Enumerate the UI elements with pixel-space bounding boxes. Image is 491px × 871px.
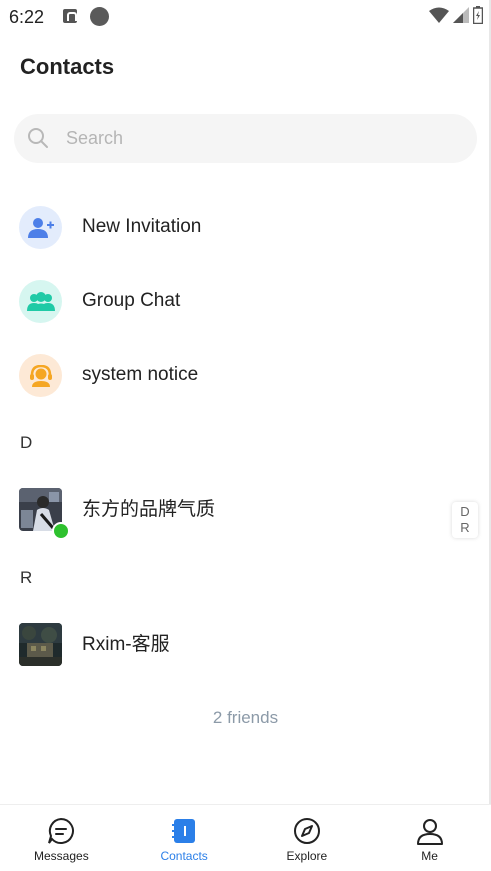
person-icon bbox=[416, 819, 443, 845]
contact-name: Rxim-客服 bbox=[82, 634, 170, 655]
group-icon bbox=[19, 280, 62, 323]
wifi-icon bbox=[429, 7, 449, 23]
status-time: 6:22 bbox=[9, 7, 45, 27]
support-agent-icon bbox=[19, 354, 62, 397]
online-status-dot bbox=[52, 522, 70, 540]
keyboard-notification-icon bbox=[63, 9, 77, 23]
section-header-d: D bbox=[20, 433, 33, 452]
search-icon bbox=[28, 128, 48, 148]
nav-me[interactable]: Me bbox=[368, 805, 491, 871]
contact-name: 东方的品牌气质 bbox=[82, 499, 216, 520]
nav-messages-label: Messages bbox=[34, 849, 89, 863]
status-bar: 6:22 bbox=[0, 0, 491, 34]
nav-me-label: Me bbox=[421, 849, 438, 863]
page-title: Contacts bbox=[20, 54, 115, 79]
add-user-icon bbox=[19, 206, 62, 249]
system-notice-item[interactable]: system notice bbox=[0, 339, 491, 411]
notification-dot-icon bbox=[90, 7, 109, 26]
system-notice-label: system notice bbox=[82, 364, 199, 385]
contact-item[interactable]: 东方的品牌气质 bbox=[0, 474, 491, 546]
nav-messages[interactable]: Messages bbox=[0, 805, 123, 871]
compass-icon bbox=[293, 818, 320, 844]
nav-explore[interactable]: Explore bbox=[246, 805, 369, 871]
index-letter-r[interactable]: R bbox=[460, 520, 469, 536]
nav-contacts[interactable]: Contacts bbox=[123, 805, 246, 871]
chat-bubble-icon bbox=[48, 817, 75, 844]
friends-count: 2 friends bbox=[212, 708, 279, 727]
new-invitation-item[interactable]: New Invitation bbox=[0, 191, 491, 263]
contact-item[interactable]: Rxim-客服 bbox=[0, 609, 491, 681]
signal-icon bbox=[453, 7, 469, 23]
bottom-nav: Messages Contacts Explore Me bbox=[0, 804, 491, 871]
avatar bbox=[19, 623, 62, 666]
nav-contacts-label: Contacts bbox=[160, 849, 208, 863]
search-bar[interactable] bbox=[14, 114, 477, 163]
contacts-book-icon bbox=[172, 819, 196, 843]
index-letter-d[interactable]: D bbox=[460, 504, 469, 520]
nav-explore-label: Explore bbox=[286, 849, 328, 863]
battery-icon bbox=[473, 6, 483, 24]
group-chat-item[interactable]: Group Chat bbox=[0, 265, 491, 337]
search-input[interactable] bbox=[66, 114, 466, 163]
status-icons bbox=[429, 6, 483, 24]
new-invitation-label: New Invitation bbox=[82, 216, 202, 237]
section-header-r: R bbox=[20, 568, 33, 587]
group-chat-label: Group Chat bbox=[82, 290, 181, 311]
alphabet-index[interactable]: D R bbox=[452, 502, 478, 538]
